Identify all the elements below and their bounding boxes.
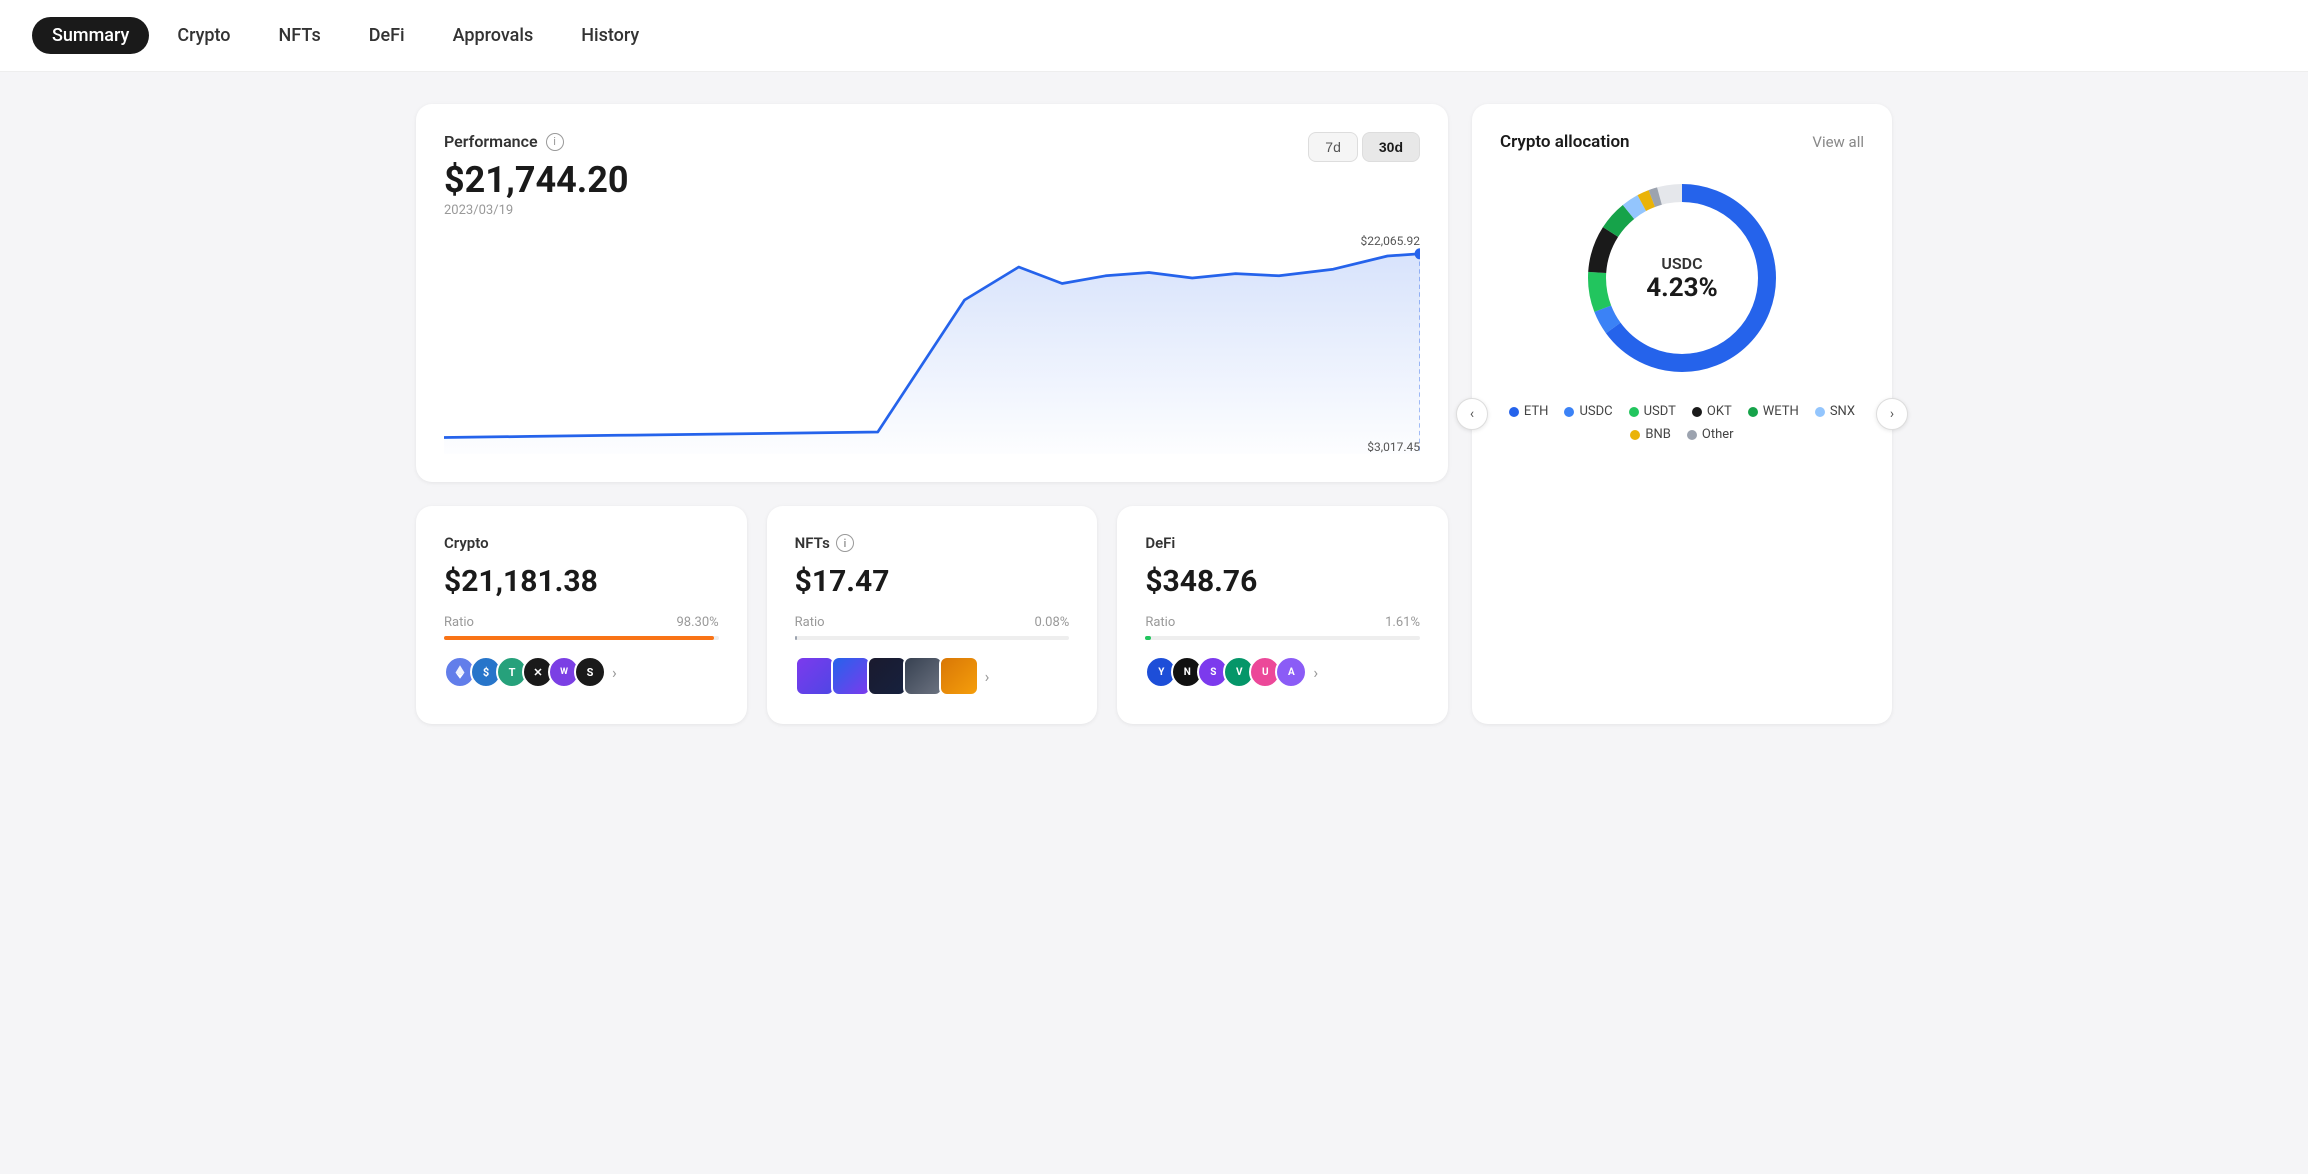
performance-date: 2023/03/19 [444,203,1420,218]
nav-history[interactable]: History [561,17,659,54]
legend-label-okt: OKT [1707,404,1732,419]
donut-chart-container: USDC 4.23% [1500,168,1864,388]
legend-dot-bnb [1630,430,1640,440]
crypto-ratio-fill [444,636,714,640]
nfts-ratio-label: Ratio [795,615,825,630]
legend-label-weth: WETH [1763,404,1799,419]
nfts-card: NFTs i $17.47 Ratio 0.08% › [767,506,1098,724]
chart-high-label: $22,065.92 [1361,234,1420,248]
performance-card: Performance i $21,744.20 2023/03/19 7d 3… [416,104,1448,482]
allocation-legend: ETH USDC USDT OKT WETH SNX [1500,404,1864,442]
donut-coin-name: USDC [1646,254,1718,273]
performance-title: Performance [444,132,538,151]
crypto-card-title: Crypto [444,534,719,552]
legend-dot-okt [1692,407,1702,417]
nft-thumb-2 [831,656,871,696]
allocation-next-arrow[interactable]: › [1876,398,1908,430]
legend-okt: OKT [1692,404,1732,419]
legend-usdc: USDC [1564,404,1612,419]
chart-svg [444,234,1420,454]
legend-label-usdc: USDC [1579,404,1612,419]
nav-defi[interactable]: DeFi [349,17,425,54]
crypto-ratio-row: Ratio 98.30% [444,615,719,630]
legend-dot-usdt [1629,407,1639,417]
nfts-amount: $17.47 [795,564,1070,599]
token-icon-s: S [574,656,606,688]
crypto-card: Crypto $21,181.38 Ratio 98.30% $ [416,506,747,724]
legend-dot-other [1687,430,1697,440]
donut-pct: 4.23% [1646,273,1718,303]
nav-crypto[interactable]: Crypto [157,17,250,54]
defi-ratio-bar [1145,636,1420,640]
legend-label-usdt: USDT [1644,404,1676,419]
legend-bnb: BNB [1630,427,1670,442]
nfts-ratio-pct: 0.08% [1034,615,1069,630]
legend-usdt: USDT [1629,404,1676,419]
defi-icon-6: A [1275,656,1307,688]
defi-ratio-label: Ratio [1145,615,1175,630]
legend-label-other: Other [1702,427,1734,442]
crypto-amount: $21,181.38 [444,564,719,599]
nfts-info-icon[interactable]: i [836,534,854,552]
performance-chart: $22,065.92 $3,017.45 [444,234,1420,454]
nft-thumb-5 [939,656,979,696]
legend-label-eth: ETH [1524,404,1549,419]
nav-nfts[interactable]: NFTs [259,17,341,54]
performance-header: Performance i [444,132,1420,151]
allocation-card: Crypto allocation View all ‹ › [1472,104,1892,724]
bottom-cards: Crypto $21,181.38 Ratio 98.30% $ [416,506,1448,724]
crypto-more-arrow[interactable]: › [612,663,617,682]
allocation-prev-arrow[interactable]: ‹ [1456,398,1488,430]
nfts-ratio-bar [795,636,1070,640]
main-content: Performance i $21,744.20 2023/03/19 7d 3… [384,72,1924,756]
legend-weth: WETH [1748,404,1799,419]
nfts-ratio-fill [795,636,797,640]
defi-token-icons: Y N S V U A › [1145,656,1420,688]
nfts-card-title: NFTs i [795,534,1070,552]
crypto-ratio-pct: 98.30% [676,615,718,630]
nft-thumbnails: › [795,656,1070,696]
legend-dot-snx [1815,407,1825,417]
chart-low-label: $3,017.45 [1367,440,1420,454]
donut-center-label: USDC 4.23% [1646,254,1718,303]
crypto-token-icons: $ T ✕ W S › [444,656,719,688]
top-navigation: Summary Crypto NFTs DeFi Approvals Histo… [0,0,2308,72]
defi-ratio-fill [1145,636,1151,640]
legend-dot-weth [1748,407,1758,417]
performance-info-icon[interactable]: i [546,133,564,151]
defi-ratio-row: Ratio 1.61% [1145,615,1420,630]
defi-amount: $348.76 [1145,564,1420,599]
nfts-ratio-row: Ratio 0.08% [795,615,1070,630]
time-button-group: 7d 30d [1308,132,1420,162]
crypto-ratio-label: Ratio [444,615,474,630]
allocation-header: Crypto allocation View all [1500,132,1864,152]
legend-snx: SNX [1815,404,1855,419]
defi-card-title: DeFi [1145,534,1420,552]
time-btn-7d[interactable]: 7d [1308,132,1358,162]
defi-card: DeFi $348.76 Ratio 1.61% Y N S [1117,506,1448,724]
legend-other: Other [1687,427,1734,442]
legend-eth: ETH [1509,404,1549,419]
defi-more-arrow[interactable]: › [1313,663,1318,682]
nav-approvals[interactable]: Approvals [433,17,554,54]
legend-dot-eth [1509,407,1519,417]
crypto-ratio-bar [444,636,719,640]
nav-summary[interactable]: Summary [32,17,149,54]
view-all-link[interactable]: View all [1812,133,1864,151]
nft-thumb-4 [903,656,943,696]
nft-thumb-3 [867,656,907,696]
nft-thumb-1 [795,656,835,696]
legend-label-bnb: BNB [1645,427,1670,442]
defi-ratio-pct: 1.61% [1385,615,1420,630]
time-btn-30d[interactable]: 30d [1362,132,1420,162]
performance-amount: $21,744.20 [444,159,1420,201]
nfts-more-arrow[interactable]: › [985,667,990,686]
allocation-title: Crypto allocation [1500,132,1630,152]
legend-dot-usdc [1564,407,1574,417]
legend-label-snx: SNX [1830,404,1855,419]
